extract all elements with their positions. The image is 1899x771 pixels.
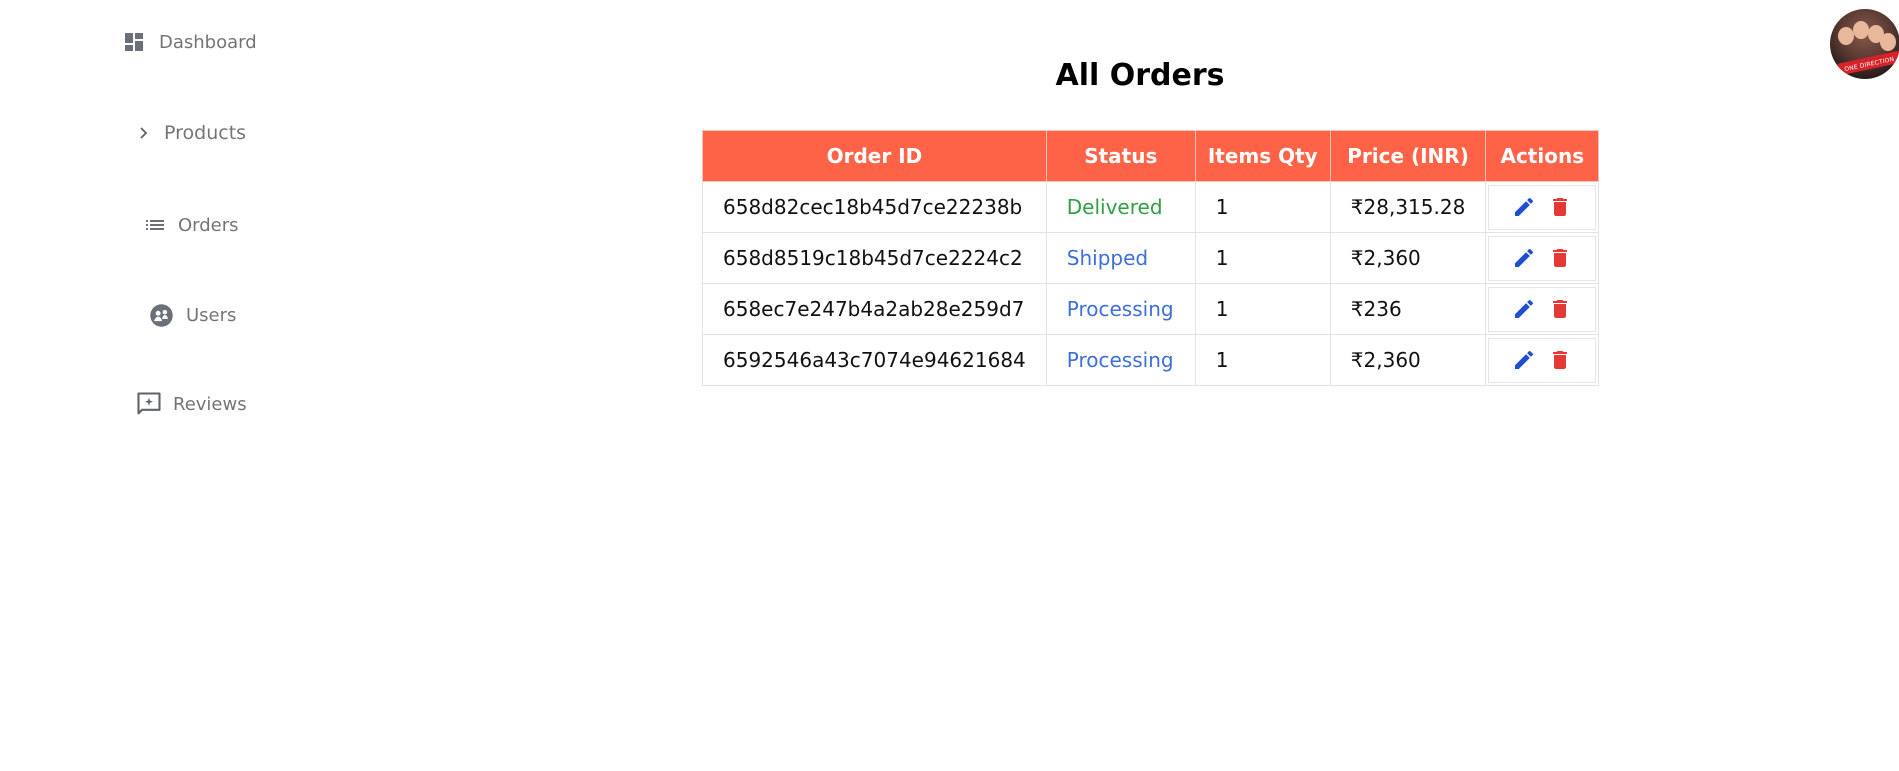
order-id-cell: 6592546a43c7074e94621684 xyxy=(702,334,1047,386)
edit-icon xyxy=(1515,299,1534,318)
items-qty-cell: 1 xyxy=(1194,283,1331,335)
edit-icon xyxy=(1515,350,1534,369)
page-title: All Orders xyxy=(1055,58,1225,93)
delete-icon xyxy=(1553,198,1568,216)
edit-button[interactable] xyxy=(1512,297,1536,321)
list-icon xyxy=(143,213,167,237)
add-comment-icon xyxy=(135,390,163,418)
delete-button[interactable] xyxy=(1548,348,1572,372)
sidebar-item-label: Users xyxy=(186,305,237,326)
sidebar-item-products[interactable]: Products xyxy=(138,122,246,144)
items-qty-cell: 1 xyxy=(1194,232,1331,284)
status-cell: Delivered xyxy=(1045,181,1196,233)
table-row: 658d82cec18b45d7ce22238b Delivered 1 ₹28… xyxy=(702,181,1600,233)
users-icon xyxy=(148,302,175,329)
order-id-cell: 658ec7e247b4a2ab28e259d7 xyxy=(702,283,1047,335)
actions-group xyxy=(1488,286,1597,332)
status-cell: Shipped xyxy=(1045,232,1196,284)
sidebar-item-label: Products xyxy=(164,122,247,144)
status-cell: Processing xyxy=(1045,283,1196,335)
chevron-right-icon xyxy=(138,126,150,140)
table-row: 658ec7e247b4a2ab28e259d7 Processing 1 ₹2… xyxy=(702,283,1600,335)
orders-table: Order ID Status Items Qty Price (INR) Ac… xyxy=(702,130,1600,386)
actions-group xyxy=(1488,337,1597,383)
sidebar-item-reviews[interactable]: Reviews xyxy=(135,390,247,418)
order-id-cell: 658d82cec18b45d7ce22238b xyxy=(702,181,1047,233)
column-header-actions: Actions xyxy=(1485,130,1600,182)
column-header-items-qty[interactable]: Items Qty xyxy=(1194,130,1331,182)
sidebar: Dashboard Products Orders Users Reviews xyxy=(0,0,390,771)
column-header-order-id[interactable]: Order ID xyxy=(702,130,1047,182)
actions-group xyxy=(1488,184,1597,230)
sidebar-item-orders[interactable]: Orders xyxy=(143,213,239,237)
actions-cell xyxy=(1485,334,1600,386)
delete-icon xyxy=(1553,249,1568,267)
delete-button[interactable] xyxy=(1548,297,1572,321)
delete-icon xyxy=(1553,351,1568,369)
actions-cell xyxy=(1485,181,1600,233)
avatar-face xyxy=(1880,33,1896,51)
delete-icon xyxy=(1553,300,1568,318)
column-header-status[interactable]: Status xyxy=(1045,130,1196,182)
status-cell: Processing xyxy=(1045,334,1196,386)
delete-button[interactable] xyxy=(1548,246,1572,270)
actions-cell xyxy=(1485,232,1600,284)
price-cell: ₹236 xyxy=(1329,283,1487,335)
avatar[interactable]: ONE DIRECTION xyxy=(1830,9,1899,79)
sidebar-item-users[interactable]: Users xyxy=(148,302,236,329)
actions-cell xyxy=(1485,283,1600,335)
price-cell: ₹2,360 xyxy=(1329,232,1487,284)
edit-icon xyxy=(1515,248,1534,267)
items-qty-cell: 1 xyxy=(1194,181,1331,233)
table-row: 6592546a43c7074e94621684 Processing 1 ₹2… xyxy=(702,334,1600,386)
sidebar-item-label: Dashboard xyxy=(159,31,257,53)
sidebar-item-label: Reviews xyxy=(173,393,247,415)
edit-icon xyxy=(1515,197,1534,216)
avatar-face xyxy=(1853,21,1869,39)
dashboard-icon xyxy=(122,30,146,54)
table-row: 658d8519c18b45d7ce2224c2 Shipped 1 ₹2,36… xyxy=(702,232,1600,284)
delete-button[interactable] xyxy=(1548,195,1572,219)
price-cell: ₹28,315.28 xyxy=(1329,181,1487,233)
edit-button[interactable] xyxy=(1512,348,1536,372)
price-cell: ₹2,360 xyxy=(1329,334,1487,386)
edit-button[interactable] xyxy=(1512,195,1536,219)
order-id-cell: 658d8519c18b45d7ce2224c2 xyxy=(702,232,1047,284)
edit-button[interactable] xyxy=(1512,246,1536,270)
items-qty-cell: 1 xyxy=(1194,334,1331,386)
avatar-face xyxy=(1838,27,1854,45)
sidebar-item-label: Orders xyxy=(178,214,239,236)
column-header-price[interactable]: Price (INR) xyxy=(1329,130,1487,182)
actions-group xyxy=(1488,235,1597,281)
table-header-row: Order ID Status Items Qty Price (INR) Ac… xyxy=(702,130,1600,182)
sidebar-item-dashboard[interactable]: Dashboard xyxy=(122,30,257,54)
